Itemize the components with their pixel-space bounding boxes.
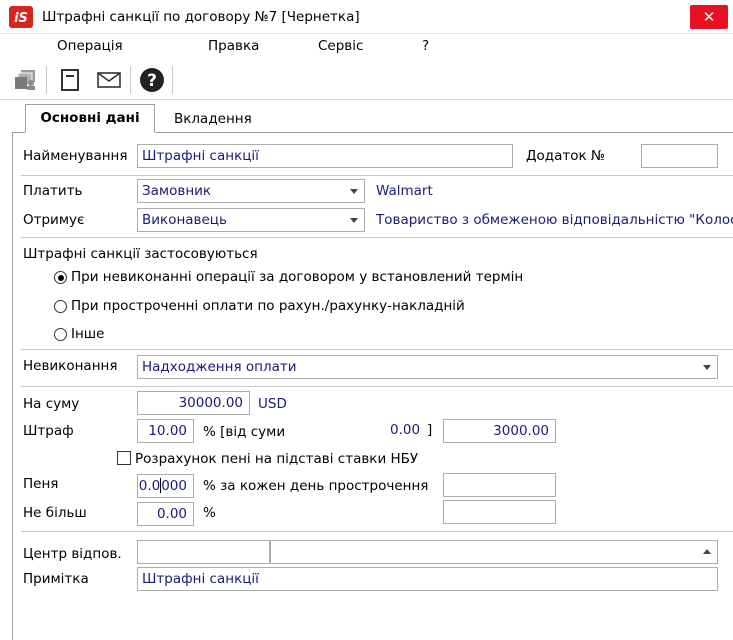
document-icon[interactable] [56, 66, 84, 94]
divider [21, 175, 733, 176]
payer-org[interactable]: Walmart [376, 183, 433, 199]
divider [21, 531, 733, 532]
radio-nonperformance[interactable] [54, 271, 67, 284]
center-name-select[interactable] [270, 540, 718, 564]
main-panel: Найменування Штрафні санкції Додаток № П… [12, 133, 733, 640]
sum-label: На суму [23, 396, 80, 412]
close-button[interactable]: ✕ [690, 5, 728, 29]
receiver-label: Отримує [23, 212, 85, 228]
appendix-label: Додаток № [526, 148, 606, 164]
radio-nonperformance-label: При невиконанні операції за договором у … [71, 269, 524, 285]
svg-text:iS: iS [14, 11, 28, 26]
menu-operation[interactable]: Операція [57, 38, 123, 54]
folder-user-icon[interactable] [12, 66, 40, 94]
toolbar: ? [0, 60, 733, 100]
nbu-rate-label: Розрахунок пені на підставі ставки НБУ [135, 451, 419, 467]
max-field[interactable]: 0.00 [137, 502, 194, 526]
payer-label: Платить [23, 183, 83, 199]
penalty-label: Пеня [23, 476, 59, 492]
payer-select[interactable]: Замовник [137, 179, 365, 203]
currency-label: USD [258, 396, 287, 412]
app-logo-icon: iS [9, 6, 33, 28]
chevron-up-icon [703, 549, 711, 554]
tab-main-data[interactable]: Основні дані [25, 104, 155, 133]
tab-attachments[interactable]: Вкладення [174, 111, 252, 127]
note-label: Примітка [23, 571, 89, 587]
divider [21, 237, 733, 238]
help-icon[interactable]: ? [138, 66, 166, 94]
penalty-value-part2: 000 [161, 478, 187, 494]
mail-icon[interactable] [95, 66, 123, 94]
max-percent: % [203, 505, 216, 521]
max-result-field[interactable] [443, 500, 556, 524]
penalty-field[interactable]: 0.0000 [137, 474, 194, 498]
divider [21, 386, 733, 387]
receiver-select[interactable]: Виконавець [137, 208, 365, 232]
fine-result-field[interactable]: 3000.00 [443, 419, 556, 443]
divider [21, 349, 733, 350]
fine-label: Штраф [23, 423, 74, 439]
applied-label: Штрафні санкції застосовуються [23, 246, 258, 262]
nonperformance-value: Надходження оплати [142, 359, 297, 375]
fine-percent-text: % [від суми [203, 424, 286, 440]
svg-text:?: ? [147, 71, 157, 91]
chevron-down-icon [703, 365, 711, 370]
bracket-close: ] [427, 422, 433, 438]
window-title: Штрафні санкції по договору №7 [Чернетка… [42, 9, 360, 25]
receiver-org[interactable]: Товариство з обмеженою відповідальністю … [376, 212, 733, 228]
name-label: Найменування [23, 148, 128, 164]
appendix-field[interactable] [641, 144, 718, 168]
fine-percent-field[interactable]: 10.00 [137, 419, 194, 443]
radio-late-payment-label: При простроченні оплати по рахун./рахунк… [71, 298, 465, 314]
penalty-value-part1: 0.0 [138, 478, 161, 494]
title-bar: iS Штрафні санкції по договору №7 [Черне… [0, 0, 733, 34]
chevron-down-icon [350, 218, 358, 223]
nonperformance-select[interactable]: Надходження оплати [137, 355, 718, 379]
center-label: Центр відпов. [23, 546, 122, 562]
payer-value: Замовник [142, 183, 212, 199]
center-code-field[interactable] [137, 540, 270, 564]
max-label: Не більш [23, 505, 87, 521]
sum-field[interactable]: 30000.00 [137, 391, 250, 415]
name-field[interactable]: Штрафні санкції [137, 144, 513, 168]
receiver-value: Виконавець [142, 212, 227, 228]
fine-base-value: 0.00 [390, 422, 421, 438]
menu-edit[interactable]: Правка [208, 38, 259, 54]
nonperformance-label: Невиконання [23, 358, 118, 374]
penalty-result-field[interactable] [443, 473, 556, 497]
menu-help[interactable]: ? [422, 38, 429, 54]
nbu-rate-checkbox[interactable] [117, 451, 131, 465]
radio-late-payment[interactable] [54, 300, 67, 313]
penalty-text: % за кожен день прострочення [203, 478, 429, 494]
menu-bar: Операція Правка Сервіс ? [0, 34, 733, 60]
radio-other[interactable] [54, 328, 67, 341]
radio-other-label: Інше [71, 326, 105, 342]
menu-service[interactable]: Сервіс [318, 38, 363, 54]
note-field[interactable]: Штрафні санкції [137, 567, 718, 591]
chevron-down-icon [350, 189, 358, 194]
